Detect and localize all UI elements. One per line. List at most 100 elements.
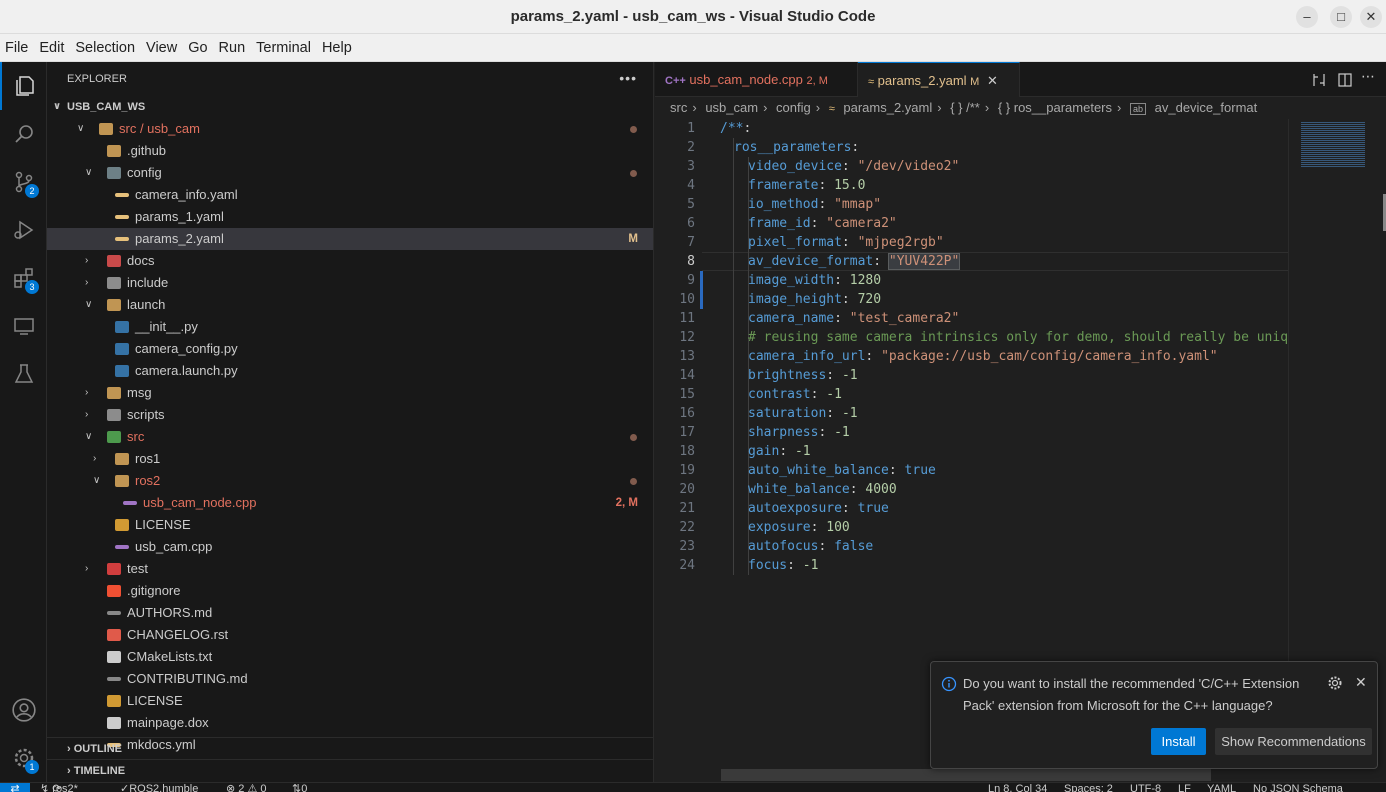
tree-item-label: scripts	[127, 407, 165, 422]
tree-item[interactable]: ∨ config	[47, 162, 653, 184]
code-line: brightness: -1	[748, 366, 858, 385]
json-schema-status[interactable]: No JSON Schema	[1253, 783, 1343, 792]
tree-item[interactable]: __init__.py	[47, 316, 653, 338]
breadcrumb-item[interactable]: av_device_format	[1155, 100, 1258, 115]
yaml-value: -1	[794, 444, 811, 459]
notification-settings-gear-icon[interactable]	[1327, 675, 1343, 694]
show-recommendations-button[interactable]: Show Recommendations	[1215, 728, 1372, 755]
yaml-colon: :	[810, 520, 827, 535]
encoding-status[interactable]: UTF-8	[1130, 783, 1161, 792]
close-tab-icon[interactable]: ✕	[987, 73, 998, 88]
tab-params-2-yaml[interactable]: ≈ params_2.yaml M ✕	[858, 62, 1020, 97]
tree-item[interactable]: CHANGELOG.rst	[47, 624, 653, 646]
run-debug-icon[interactable]	[0, 206, 47, 254]
breadcrumb-item[interactable]: src	[670, 100, 687, 115]
tree-item[interactable]: ∨ src	[47, 426, 653, 448]
menu-run[interactable]: Run	[214, 34, 252, 56]
workspace-root[interactable]: ∨ USB_CAM_WS	[47, 96, 653, 118]
yaml-value: true	[857, 501, 889, 516]
cursor-position[interactable]: Ln 8, Col 34	[988, 783, 1047, 792]
menu-selection[interactable]: Selection	[70, 34, 141, 56]
problems-status[interactable]: ⊗ 2 ⚠ 0	[226, 783, 266, 792]
tab-label: usb_cam_node.cpp	[689, 72, 803, 87]
tree-item[interactable]: CONTRIBUTING.md	[47, 668, 653, 690]
tree-item[interactable]: › docs	[47, 250, 653, 272]
menu-file[interactable]: File	[0, 34, 34, 56]
breadcrumb-item[interactable]: params_2.yaml	[843, 100, 932, 115]
tree-item[interactable]: .gitignore	[47, 580, 653, 602]
menu-go[interactable]: Go	[183, 34, 213, 56]
tree-item[interactable]: .github	[47, 140, 653, 162]
tree-item[interactable]: params_2.yaml M	[47, 228, 653, 250]
testing-icon[interactable]	[0, 350, 47, 398]
close-window-button[interactable]: ✕	[1360, 6, 1382, 28]
yaml-key: focus	[748, 558, 788, 573]
breadcrumb-item[interactable]: { } ros__parameters	[998, 100, 1112, 115]
search-icon[interactable]	[0, 110, 47, 158]
maximize-button[interactable]: □	[1330, 6, 1352, 28]
code-line: # reusing same camera intrinsics only fo…	[748, 328, 1335, 347]
tree-item[interactable]: ∨ launch	[47, 294, 653, 316]
menu-edit[interactable]: Edit	[34, 34, 70, 56]
yaml-colon: :	[743, 121, 752, 136]
yaml-colon: :	[888, 463, 905, 478]
tree-item[interactable]: mainpage.dox	[47, 712, 653, 734]
tree-item[interactable]: usb_cam.cpp	[47, 536, 653, 558]
tree-item[interactable]: ∨ ros2	[47, 470, 653, 492]
tree-item[interactable]: LICENSE	[47, 514, 653, 536]
tree-item[interactable]: AUTHORS.md	[47, 602, 653, 624]
close-notification-icon[interactable]: ✕	[1355, 674, 1367, 691]
yaml-file-icon: ≈	[828, 103, 835, 115]
explorer-icon[interactable]	[0, 62, 47, 110]
open-changes-icon[interactable]	[1311, 72, 1327, 91]
more-editor-actions-icon[interactable]: ⋯	[1361, 68, 1375, 85]
breadcrumb-item[interactable]: config	[776, 100, 811, 115]
outline-panel-header[interactable]: › OUTLINE	[47, 737, 653, 759]
more-actions-icon[interactable]: •••	[619, 70, 637, 86]
tree-item-label: __init__.py	[135, 319, 198, 334]
tree-item[interactable]: camera.launch.py	[47, 360, 653, 382]
tree-item[interactable]: params_1.yaml	[47, 206, 653, 228]
remote-indicator-icon[interactable]: ⇄	[0, 783, 30, 792]
tree-item[interactable]: LICENSE	[47, 690, 653, 712]
split-editor-icon[interactable]	[1337, 72, 1353, 91]
tree-item[interactable]: › test	[47, 558, 653, 580]
language-mode[interactable]: YAML	[1207, 783, 1236, 792]
tree-item[interactable]: › scripts	[47, 404, 653, 426]
tree-item[interactable]: camera_config.py	[47, 338, 653, 360]
breadcrumb-item[interactable]: usb_cam	[705, 100, 758, 115]
branch-status[interactable]: ↯ ros2* ⟳	[40, 783, 78, 792]
folder-include-icon	[107, 277, 121, 289]
tree-item[interactable]: › include	[47, 272, 653, 294]
breadcrumb-item[interactable]: { } /**	[950, 100, 980, 115]
tree-item[interactable]: CMakeLists.txt	[47, 646, 653, 668]
timeline-panel-header[interactable]: › TIMELINE	[47, 759, 653, 781]
source-control-icon[interactable]: 2	[0, 158, 47, 206]
code-line: auto_white_balance: true	[748, 461, 936, 480]
ros-status[interactable]: ✓ ROS2.humble	[120, 783, 198, 792]
extensions-icon[interactable]: 3	[0, 254, 47, 302]
install-button[interactable]: Install	[1151, 728, 1206, 755]
menu-help[interactable]: Help	[317, 34, 358, 56]
tree-item[interactable]: camera_info.yaml	[47, 184, 653, 206]
yaml-icon	[115, 215, 129, 219]
horizontal-scrollbar[interactable]	[721, 769, 1211, 781]
accounts-icon[interactable]	[0, 686, 47, 734]
ports-status[interactable]: ⇅ 0	[292, 783, 307, 792]
tree-item[interactable]: › ros1	[47, 448, 653, 470]
remote-explorer-icon[interactable]	[0, 302, 47, 350]
minimize-button[interactable]: –	[1296, 6, 1318, 28]
tree-item[interactable]: › msg	[47, 382, 653, 404]
eol-status[interactable]: LF	[1178, 783, 1191, 792]
indentation-status[interactable]: Spaces: 2	[1064, 783, 1113, 792]
tree-item[interactable]: ∨ src / usb_cam	[47, 118, 653, 140]
minimap-preview	[1301, 122, 1365, 167]
menu-terminal[interactable]: Terminal	[251, 34, 317, 56]
menu-view[interactable]: View	[141, 34, 183, 56]
chevron-right-icon: ›	[85, 277, 89, 288]
yaml-value: 4000	[865, 482, 897, 497]
code-line: av_device_format: "YUV422P"	[748, 252, 961, 271]
manage-gear-icon[interactable]: 1	[0, 734, 47, 782]
tree-item[interactable]: usb_cam_node.cpp 2, M	[47, 492, 653, 514]
tab-usb-cam-node-cpp[interactable]: C++ usb_cam_node.cpp 2, M	[655, 62, 858, 97]
